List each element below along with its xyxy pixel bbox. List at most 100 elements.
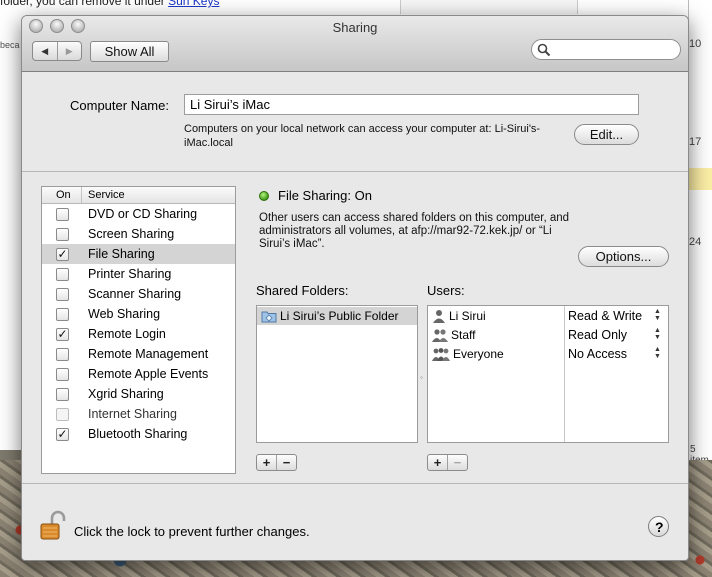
service-label: Remote Login	[88, 327, 166, 341]
users-list: Li Sirui Read & Write ▲ ▼ Staff Read Only ▲ ▼ Ev…	[427, 305, 669, 443]
service-row[interactable]: Scanner Sharing	[42, 284, 235, 304]
title-toolbar: Sharing ◀ ▶ Show All	[22, 16, 688, 72]
service-checkbox[interactable]	[56, 207, 69, 221]
split-resize-handle[interactable]: ◦	[420, 373, 423, 382]
service-checkbox[interactable]: ✓	[56, 427, 69, 441]
permission-popup[interactable]: No Access	[568, 347, 627, 361]
service-label: Xgrid Sharing	[88, 387, 164, 401]
service-label: Web Sharing	[88, 307, 161, 321]
service-row[interactable]: DVD or CD Sharing	[42, 204, 235, 224]
user-add-remove-control: + −	[427, 454, 468, 471]
back-arrow-icon[interactable]: ◀	[33, 42, 57, 60]
user-row[interactable]: Li Sirui Read & Write ▲ ▼	[428, 307, 668, 326]
divider	[22, 483, 688, 484]
background-calendar-edge: 10 17 24 5 item	[688, 0, 712, 466]
file-sharing-description: Other users can access shared folders on…	[259, 212, 570, 250]
search-field[interactable]	[531, 39, 681, 60]
service-label: Screen Sharing	[88, 227, 175, 241]
user-row[interactable]: Staff Read Only ▲ ▼	[428, 326, 668, 345]
user-name: Everyone	[453, 347, 504, 361]
service-list-header: On Service	[42, 187, 235, 204]
lock-instruction: Click the lock to prevent further change…	[74, 524, 310, 539]
service-row[interactable]: ✓ Remote Login	[42, 324, 235, 344]
column-on-header[interactable]: On	[42, 187, 82, 203]
service-row[interactable]: ✓ Bluetooth Sharing	[42, 424, 235, 444]
status-indicator-icon	[259, 191, 269, 201]
group-icon	[432, 328, 448, 342]
background-highlight	[689, 168, 712, 190]
service-checkbox[interactable]	[56, 367, 69, 381]
folder-name: Li Sirui’s Public Folder	[280, 309, 399, 323]
service-checkbox[interactable]: ✓	[56, 327, 69, 341]
background-text-line: folder, you can remove it under	[0, 0, 165, 8]
everyone-icon	[432, 347, 450, 361]
service-checkbox[interactable]: ✓	[56, 247, 69, 261]
background-left-fragment: beca	[0, 40, 20, 50]
service-label: Remote Apple Events	[88, 367, 209, 381]
edit-button[interactable]: Edit...	[574, 124, 639, 145]
service-checkbox[interactable]	[56, 267, 69, 281]
service-row[interactable]: Remote Management	[42, 344, 235, 364]
service-checkbox[interactable]	[56, 387, 69, 401]
background-text: folder, you can remove it under Sun Keys	[0, 0, 219, 8]
service-row[interactable]: Remote Apple Events	[42, 364, 235, 384]
add-folder-button[interactable]: +	[257, 455, 276, 470]
shared-folders-label: Shared Folders:	[256, 283, 349, 298]
help-button[interactable]: ?	[648, 516, 669, 537]
sharing-window: Sharing ◀ ▶ Show All Computer Name: Li S…	[21, 15, 689, 561]
folder-add-remove-control: + −	[256, 454, 297, 471]
service-label: Remote Management	[88, 347, 209, 361]
permission-stepper-icon[interactable]: ▲ ▼	[654, 308, 661, 322]
window-title: Sharing	[332, 20, 378, 35]
background-number: 17	[689, 136, 702, 148]
permission-stepper-icon[interactable]: ▲ ▼	[654, 327, 661, 341]
file-sharing-status: File Sharing: On	[278, 188, 372, 203]
service-checkbox[interactable]	[56, 307, 69, 321]
user-name-cell: Everyone	[432, 347, 504, 361]
user-row[interactable]: Everyone No Access ▲ ▼	[428, 345, 668, 364]
single-user-icon	[432, 309, 446, 323]
options-button[interactable]: Options...	[578, 246, 669, 267]
remove-folder-button[interactable]: −	[276, 455, 296, 470]
service-row[interactable]: Web Sharing	[42, 304, 235, 324]
forward-arrow-icon[interactable]: ▶	[56, 42, 82, 60]
service-row[interactable]: Internet Sharing	[42, 404, 235, 424]
service-checkbox[interactable]	[56, 347, 69, 361]
permission-popup[interactable]: Read & Write	[568, 309, 642, 323]
service-row[interactable]: ✓ File Sharing	[42, 244, 235, 264]
service-label: File Sharing	[88, 247, 155, 261]
add-user-button[interactable]: +	[428, 455, 447, 470]
background-number: 24	[689, 236, 702, 248]
service-label: DVD or CD Sharing	[88, 207, 198, 221]
service-label: Internet Sharing	[88, 407, 177, 421]
lock-open-icon[interactable]	[40, 510, 66, 542]
search-icon	[537, 43, 551, 57]
remove-user-button[interactable]: −	[447, 455, 467, 470]
service-checkbox[interactable]	[56, 407, 69, 421]
background-link[interactable]: Sun Keys	[168, 0, 219, 8]
service-row[interactable]: Printer Sharing	[42, 264, 235, 284]
shared-folders-list: Li Sirui’s Public Folder	[256, 305, 418, 443]
user-name-cell: Li Sirui	[432, 309, 486, 323]
users-label: Users:	[427, 283, 465, 298]
service-checkbox[interactable]	[56, 287, 69, 301]
service-label: Printer Sharing	[88, 267, 172, 281]
permission-popup[interactable]: Read Only	[568, 328, 627, 342]
user-name: Li Sirui	[449, 309, 486, 323]
permission-stepper-icon[interactable]: ▲ ▼	[654, 346, 661, 360]
service-list: On Service DVD or CD Sharing Screen Shari…	[41, 186, 236, 474]
user-name: Staff	[451, 328, 476, 342]
service-row[interactable]: Screen Sharing	[42, 224, 235, 244]
list-item[interactable]: Li Sirui’s Public Folder	[257, 307, 417, 325]
service-label: Bluetooth Sharing	[88, 427, 188, 441]
background-number: 10	[689, 38, 702, 50]
network-address-note: Computers on your local network can acce…	[184, 123, 541, 149]
service-row[interactable]: Xgrid Sharing	[42, 384, 235, 404]
column-service-header[interactable]: Service	[82, 187, 125, 203]
computer-name-label: Computer Name:	[70, 98, 169, 113]
service-checkbox[interactable]	[56, 227, 69, 241]
computer-name-field[interactable]: Li Sirui’s iMac	[184, 94, 639, 115]
background-strip	[400, 0, 578, 14]
show-all-button[interactable]: Show All	[90, 41, 169, 62]
back-forward-control[interactable]: ◀ ▶	[32, 41, 82, 61]
